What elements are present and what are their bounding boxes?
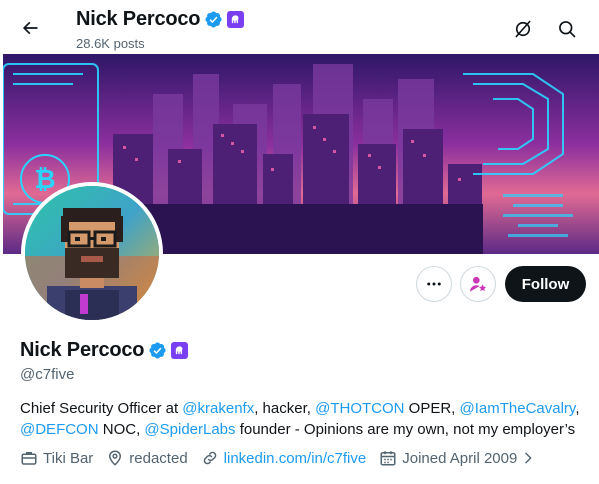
meta-work: Tiki Bar: [20, 449, 93, 467]
follow-button[interactable]: Follow: [505, 266, 586, 302]
bio-text: OPER,: [404, 400, 460, 417]
subscribe-button[interactable]: [460, 266, 496, 302]
header-name-row: Nick Percoco: [76, 8, 245, 31]
grok-button[interactable]: [506, 12, 540, 46]
profile-bio: Chief Security Officer at @krakenfx, hac…: [20, 398, 590, 440]
header-title: Nick Percoco: [76, 8, 201, 30]
briefcase-icon: [21, 452, 37, 465]
bio-text: founder - Opinions are my own, not my em…: [235, 421, 576, 438]
verified-badge-icon[interactable]: [204, 10, 223, 29]
meta-work-label: Tiki Bar: [43, 449, 94, 467]
meta-joined-label: Joined April 2009: [402, 449, 518, 467]
bio-text: ,: [575, 400, 580, 417]
location-pin-icon: [109, 450, 122, 466]
profile-handle: @c7five: [20, 366, 75, 383]
mention-link-thotcon[interactable]: @THOTCON: [315, 400, 404, 417]
verified-badge-icon[interactable]: [148, 341, 167, 360]
link-icon: [203, 451, 216, 465]
subscribe-icon: [470, 276, 487, 292]
profile-name-row: Nick Percoco: [20, 339, 189, 362]
website-link[interactable]: linkedin.com/in/c7five: [224, 450, 367, 467]
meta-website[interactable]: linkedin.com/in/c7five: [201, 449, 367, 467]
grok-icon: [515, 20, 531, 38]
profile-header: Nick Percoco 28.6K posts: [0, 0, 599, 57]
calendar-icon: [380, 451, 396, 466]
bio-text: , hacker,: [254, 400, 316, 417]
bio-text: NOC,: [98, 421, 145, 438]
mention-link-krakenfx[interactable]: @krakenfx: [182, 400, 254, 417]
kraken-affiliate-badge-icon[interactable]: [171, 342, 189, 359]
profile-display-name: Nick Percoco: [20, 339, 145, 361]
header-posts-count: 28.6K posts: [76, 36, 145, 51]
mention-link-defcon[interactable]: @DEFCON: [20, 421, 99, 438]
chevron-right-icon: [525, 452, 532, 464]
profile-avatar[interactable]: [21, 182, 163, 324]
avatar-image: [25, 186, 159, 320]
back-button[interactable]: [13, 11, 47, 45]
mention-link-iamthecavalry[interactable]: @IamTheCavalry: [460, 400, 576, 417]
bio-text: Chief Security Officer at: [20, 400, 183, 417]
more-options-button[interactable]: [416, 266, 452, 302]
meta-location-label: redacted: [129, 449, 188, 467]
search-button[interactable]: [550, 12, 584, 46]
more-icon: [427, 282, 441, 286]
meta-location: redacted: [106, 449, 188, 467]
mention-link-spiderlabs[interactable]: @SpiderLabs: [144, 421, 235, 438]
profile-meta-row: Tiki Bar redacted linkedin.com/in/c7five…: [20, 449, 554, 467]
kraken-affiliate-badge-icon[interactable]: [227, 11, 245, 28]
arrow-left-icon: [22, 21, 38, 35]
meta-joined[interactable]: Joined April 2009: [379, 449, 541, 467]
search-icon: [559, 21, 576, 38]
svg-text:₿: ₿: [34, 165, 55, 195]
